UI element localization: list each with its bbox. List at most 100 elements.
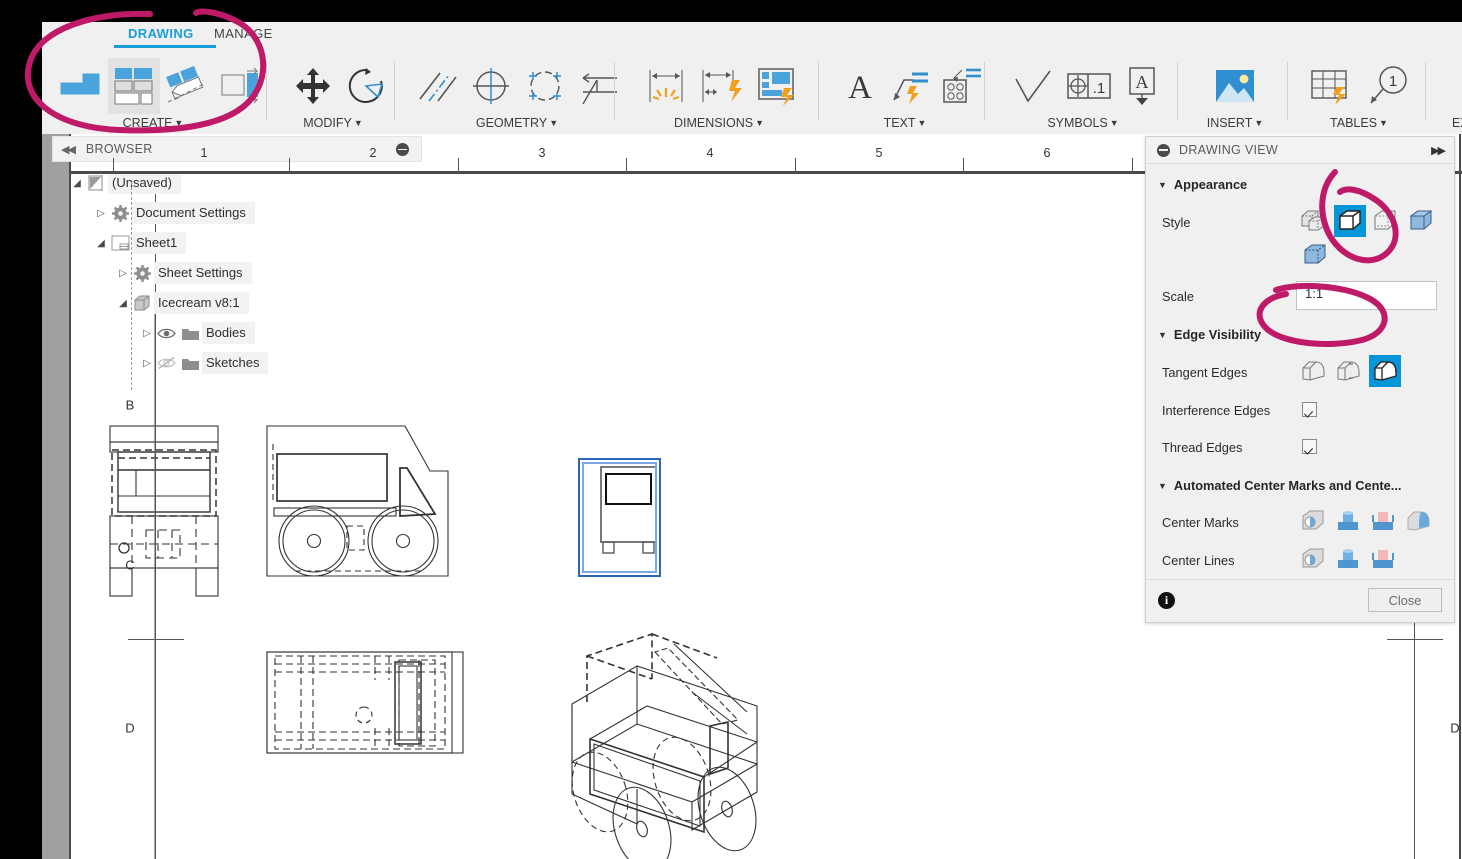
cl-hole-icon[interactable] — [1299, 545, 1327, 573]
auxiliary-view-icon[interactable] — [160, 58, 214, 114]
close-button[interactable]: Close — [1368, 588, 1442, 612]
ordinate-table-icon[interactable] — [750, 58, 806, 114]
tree-item-bodies[interactable]: ▷ Bodies — [52, 318, 424, 348]
projected-view-multi-icon[interactable] — [108, 58, 160, 114]
tree-item-sheet-settings[interactable]: ▷ Sheet Settings — [52, 258, 424, 288]
shaded-with-hidden-edges-icon[interactable] — [1299, 207, 1327, 235]
tangent-edges-off-icon[interactable] — [1299, 357, 1327, 385]
cl-cylinder-icon[interactable] — [1334, 545, 1362, 573]
minus-circle-icon[interactable] — [1157, 143, 1170, 157]
shaded-icon[interactable] — [1334, 205, 1366, 237]
eye-hidden-icon[interactable] — [154, 356, 178, 370]
bolt-circle-centermark-icon[interactable] — [518, 58, 572, 114]
info-icon[interactable]: i — [1158, 592, 1175, 609]
panel-text-text: TEXT — [883, 116, 916, 130]
tangent-edges-shortened-icon[interactable] — [1334, 357, 1362, 385]
leader-text-icon[interactable] — [884, 58, 936, 114]
panel-dimensions: DIMENSIONS ▼ — [624, 54, 814, 132]
panel-dimensions-label: DIMENSIONS ▼ — [624, 116, 814, 130]
panel-modify: MODIFY ▼ — [274, 54, 392, 132]
centerline-icon[interactable] — [410, 58, 464, 114]
edge-extension-icon[interactable] — [572, 58, 626, 114]
panel-tables-label: TABLES ▼ — [1295, 116, 1423, 130]
text-icon[interactable]: A — [836, 58, 884, 114]
expand-arrow-icon[interactable]: ◢ — [116, 298, 130, 309]
cl-extrusion-icon[interactable] — [1369, 545, 1397, 573]
table-icon[interactable] — [1303, 58, 1359, 114]
eye-visible-icon[interactable] — [154, 327, 178, 340]
balloon-icon[interactable]: 1 — [1359, 58, 1415, 114]
expand-arrow-icon[interactable]: ◢ — [70, 178, 84, 189]
export-pdf-icon[interactable]: PDF — [1453, 58, 1462, 114]
tree-item-document-settings[interactable]: ▷ Document Settings — [52, 198, 424, 228]
center-mark-icon[interactable] — [464, 58, 518, 114]
panel-dimensions-text: DIMENSIONS — [673, 116, 754, 130]
tree-item-icecream[interactable]: ◢ Icecream v8:1 — [52, 288, 424, 318]
visible-edges-icon[interactable] — [1407, 207, 1435, 235]
panel-divider-3 — [614, 62, 615, 120]
expand-arrow-icon[interactable]: ▷ — [140, 358, 154, 369]
selected-view-frame-inner — [582, 462, 657, 573]
chevron-down-icon[interactable]: ▼ — [174, 118, 183, 128]
dimension-icon[interactable] — [638, 58, 694, 114]
group-title: Automated Center Marks and Cente... — [1173, 478, 1402, 493]
group-title: Appearance — [1173, 177, 1248, 192]
chevron-down-icon[interactable]: ▼ — [1254, 118, 1263, 128]
expand-arrow-icon[interactable]: ▷ — [116, 268, 130, 279]
ruler-letter-right: D — [1450, 720, 1460, 736]
chevron-down-icon[interactable]: ▼ — [918, 118, 927, 128]
expand-right-icon[interactable]: ▶▶ — [1431, 144, 1446, 157]
triangle-down-icon: ▼ — [1158, 480, 1167, 491]
chevron-down-icon[interactable]: ▼ — [354, 118, 363, 128]
drawing-view-palette: DRAWING VIEW ▶▶ ▼ Appearance Style Scale… — [1145, 136, 1455, 623]
insert-image-icon[interactable] — [1205, 58, 1265, 114]
tab-drawing[interactable]: DRAWING — [128, 26, 194, 41]
panel-symbols-text: SYMBOLS — [1047, 116, 1108, 130]
base-view-icon[interactable] — [52, 58, 108, 114]
datum-identifier-icon[interactable]: A — [1118, 58, 1166, 114]
tree-label: Sheet Settings — [154, 262, 252, 284]
geometric-tolerance-icon[interactable]: .1 — [1060, 58, 1118, 114]
tab-manage[interactable]: MANAGE — [214, 26, 273, 41]
group-appearance-header[interactable]: ▼ Appearance — [1158, 177, 1247, 192]
palette-footer: i Close — [1146, 579, 1454, 622]
ribbon: DRAWING MANAGE CREATE ▼ MODIFY ▼ GEOMETR… — [42, 22, 1462, 134]
cm-extrusion-icon[interactable] — [1369, 507, 1397, 535]
chevron-down-icon[interactable]: ▼ — [1379, 118, 1388, 128]
surface-finish-icon[interactable] — [1006, 58, 1060, 114]
expand-arrow-icon[interactable]: ◢ — [94, 238, 108, 249]
wireframe-hidden-edges-icon[interactable] — [1371, 207, 1399, 235]
tangent-edges-full-icon[interactable] — [1369, 355, 1401, 387]
row-label-tangent-edges: Tangent Edges — [1162, 365, 1248, 380]
auto-dimension-icon[interactable] — [694, 58, 750, 114]
expand-arrow-icon[interactable]: ▷ — [140, 328, 154, 339]
tree-item-sketches[interactable]: ▷ Sketches — [52, 348, 424, 378]
tree-item-sheet1[interactable]: ◢ Sheet1 — [52, 228, 424, 258]
chevron-down-icon[interactable]: ▼ — [549, 118, 558, 128]
tree-label: Icecream v8:1 — [154, 292, 249, 314]
section-view-icon[interactable] — [214, 58, 270, 114]
side-view-geometry — [266, 425, 449, 577]
cm-cylinder-icon[interactable] — [1334, 507, 1362, 535]
visible-and-hidden-edges-icon[interactable] — [1301, 241, 1329, 269]
group-edge-visibility-header[interactable]: ▼ Edge Visibility — [1158, 327, 1261, 342]
interference-edges-checkbox[interactable] — [1302, 402, 1317, 417]
chevron-down-icon[interactable]: ▼ — [1110, 118, 1119, 128]
cm-fillet-icon[interactable] — [1404, 507, 1432, 535]
cm-hole-icon[interactable] — [1299, 507, 1327, 535]
chevron-down-icon[interactable]: ▼ — [755, 118, 764, 128]
move-arrows-icon[interactable] — [286, 58, 340, 114]
panel-divider-4 — [818, 62, 819, 120]
expand-arrow-icon[interactable]: ▷ — [94, 208, 108, 219]
browser-tree: ◢ (Unsaved) ▷ Document Settings ◢ Sheet1… — [52, 168, 424, 390]
tree-label: (Unsaved) — [108, 172, 181, 194]
thread-edges-checkbox[interactable] — [1302, 439, 1317, 454]
ruler-letter: D — [125, 720, 135, 736]
panel-insert-label: INSERT ▼ — [1185, 116, 1285, 130]
group-center-marks-header[interactable]: ▼ Automated Center Marks and Cente... — [1158, 478, 1401, 493]
svg-text:.1: .1 — [1093, 80, 1106, 97]
scale-input[interactable]: 1:1 — [1296, 281, 1437, 310]
ruler-label: 3 — [538, 146, 546, 160]
hole-table-note-icon[interactable] — [936, 58, 988, 114]
rotate-icon[interactable] — [340, 58, 392, 114]
